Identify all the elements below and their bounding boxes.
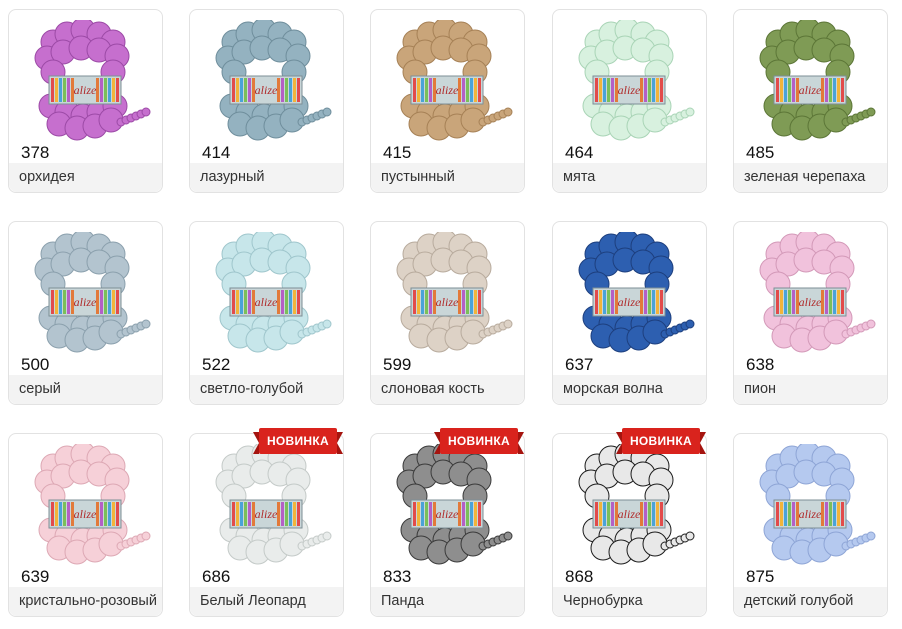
product-card[interactable]: alize 686 Белый Леопард НОВИНКА [189,428,344,617]
product-name: морская волна [563,381,663,397]
product-card[interactable]: alize 415 пустынный [370,9,525,193]
product-card[interactable]: alize 639 кристально-розовый [8,433,163,617]
yarn-skein-image: alize [34,20,151,141]
new-badge: НОВИНКА [252,428,344,454]
product-code: 599 [383,355,412,374]
yarn-skein-image: alize [759,232,876,353]
brand-logo: alize [74,507,97,521]
product-name: серый [19,381,61,397]
brand-logo: alize [618,507,641,521]
product-name: Белый Леопард [200,593,306,609]
product-card[interactable]: alize 638 пион [733,221,888,405]
product-code: 500 [21,355,50,374]
yarn-skein-image: alize [759,20,876,141]
brand-logo: alize [255,295,278,309]
product-code: 638 [746,355,775,374]
product-code: 464 [565,143,594,162]
product-card[interactable]: alize 522 светло-голубой [189,221,344,405]
product-name: мята [563,169,596,185]
yarn-skein-image: alize [578,444,695,565]
product-name: слоновая кость [381,381,485,397]
product-name: зеленая черепаха [744,169,866,185]
yarn-skein-image: alize [215,232,332,353]
product-card[interactable]: alize 637 морская волна [552,221,707,405]
product-name: детский голубой [744,593,854,609]
product-card[interactable]: alize 464 мята [552,9,707,193]
brand-logo: alize [74,295,97,309]
brand-logo: alize [255,83,278,97]
yarn-skein-image: alize [34,444,151,565]
new-badge: НОВИНКА [615,428,707,454]
product-name: орхидея [19,169,75,185]
product-name: пустынный [381,169,455,185]
brand-logo: alize [799,295,822,309]
brand-logo: alize [618,83,641,97]
product-card[interactable]: alize 599 слоновая кость [370,221,525,405]
product-code: 637 [565,355,594,374]
yarn-skein-image: alize [396,20,513,141]
brand-logo: alize [74,83,97,97]
brand-logo: alize [618,295,641,309]
yarn-skein-image: alize [34,232,151,353]
product-code: 415 [383,143,412,162]
product-code: 833 [383,567,412,586]
brand-logo: alize [436,295,459,309]
product-name: светло-голубой [200,381,304,397]
product-code: 414 [202,143,231,162]
new-badge: НОВИНКА [433,428,525,454]
product-code: 378 [21,143,50,162]
product-name: кристально-розовый [19,593,157,609]
yarn-skein-image: alize [396,232,513,353]
yarn-skein-image: alize [578,20,695,141]
yarn-skein-image: alize [396,444,513,565]
product-name: Чернобурка [563,593,643,609]
product-code: 485 [746,143,775,162]
product-card[interactable]: alize 414 лазурный [189,9,344,193]
yarn-skein-image: alize [759,444,876,565]
yarn-skein-image: alize [215,444,332,565]
product-code: 868 [565,567,594,586]
product-card[interactable]: alize 378 орхидея [8,9,163,193]
product-code: 522 [202,355,231,374]
yarn-skein-image: alize [578,232,695,353]
brand-logo: alize [436,83,459,97]
product-card[interactable]: alize 868 Чернобурка НОВИНКА [552,428,707,617]
product-code: 875 [746,567,775,586]
brand-logo: alize [255,507,278,521]
product-name: Панда [381,593,425,609]
product-card[interactable]: alize 875 детский голубой [733,433,888,617]
product-card[interactable]: alize 833 Панда НОВИНКА [370,428,525,617]
product-card[interactable]: alize 485 зеленая черепаха [733,9,888,193]
brand-logo: alize [436,507,459,521]
product-card[interactable]: alize 500 серый [8,221,163,405]
product-code: 686 [202,567,231,586]
product-code: 639 [21,567,50,586]
product-name: лазурный [200,169,265,185]
brand-logo: alize [799,83,822,97]
product-name: пион [744,381,777,397]
yarn-skein-image: alize [215,20,332,141]
brand-logo: alize [799,507,822,521]
